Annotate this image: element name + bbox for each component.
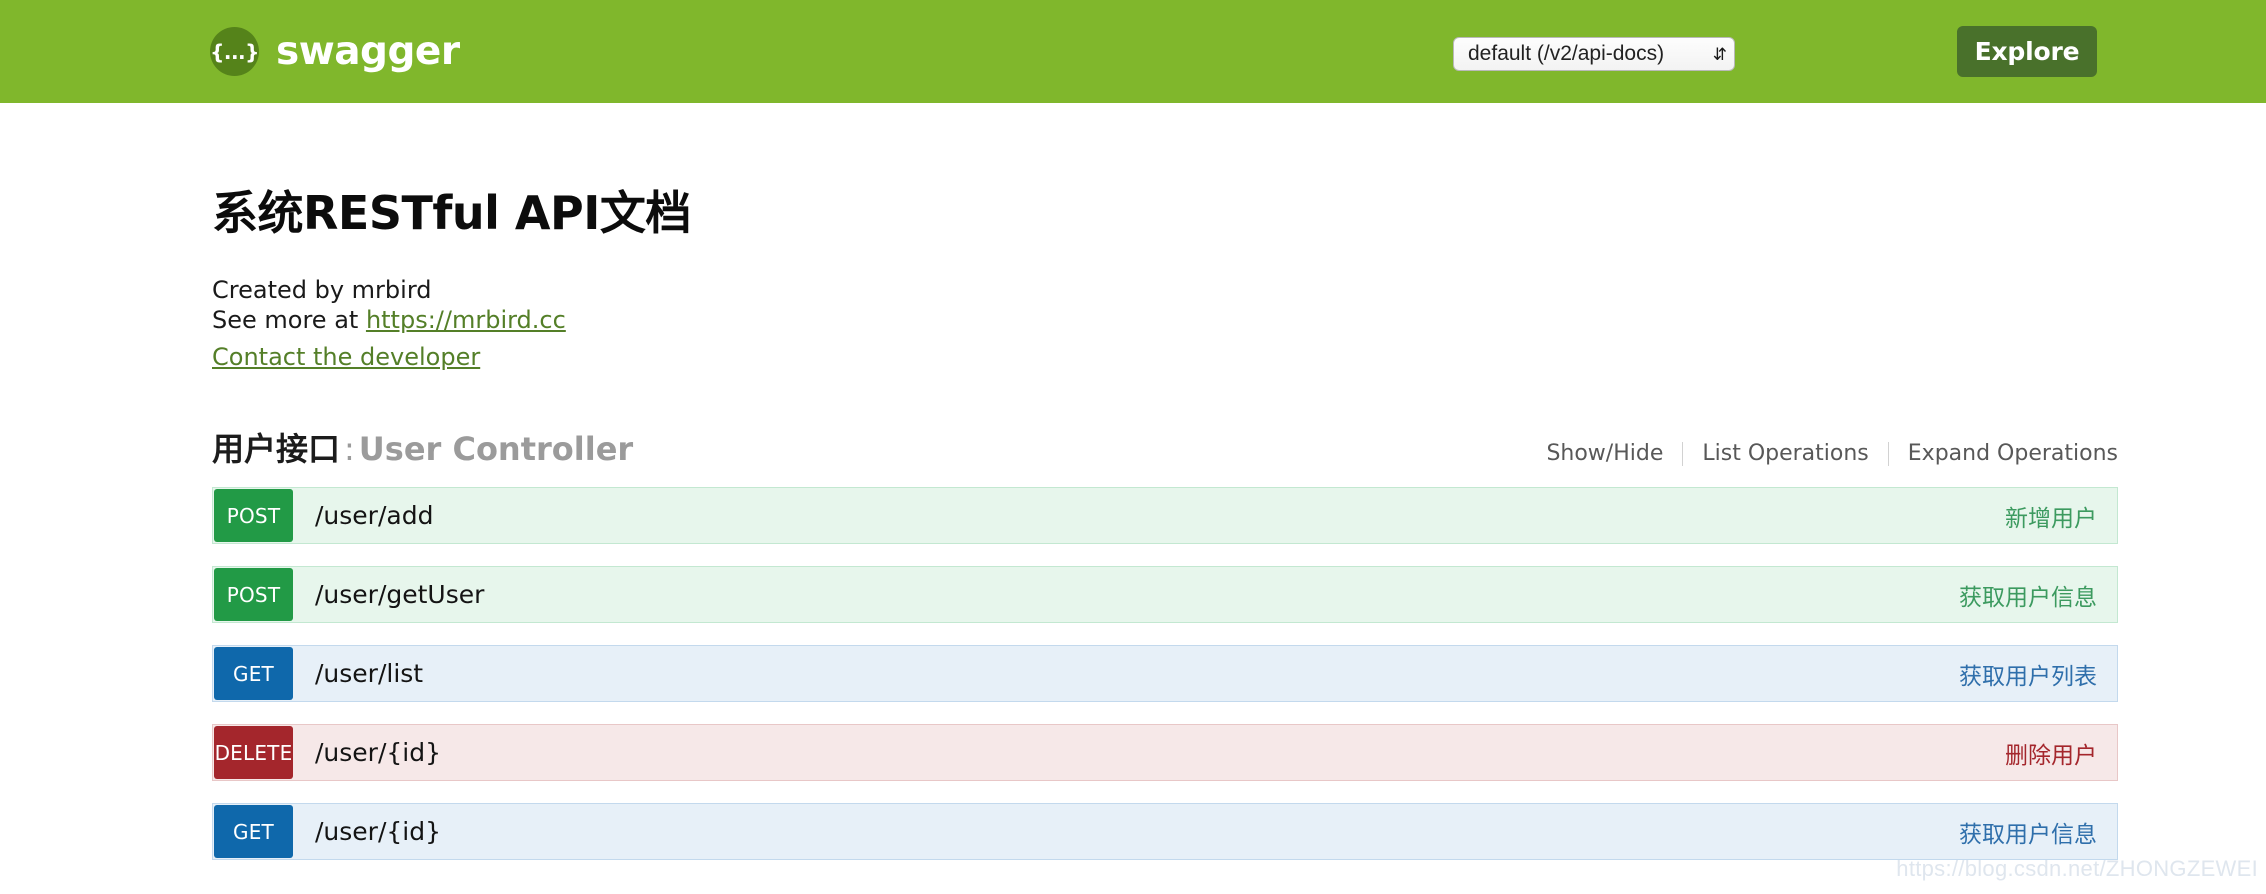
main-content: 系统RESTful API文档 Created by mrbird See mo… [0,103,2266,861]
select-updown-arrows-icon: ⇵ [1712,44,1727,64]
resource-header: 用户接口: User Controller Show/Hide List Oper… [212,424,2118,470]
endpoint-summary: 获取用户列表 [1959,663,2097,690]
see-more-link[interactable]: https://mrbird.cc [366,306,566,334]
endpoint-path[interactable]: /user/add [293,488,2005,543]
explore-button[interactable]: Explore [1957,26,2097,77]
method-badge-post: POST [214,489,293,543]
resource-title-separator: : [344,430,355,469]
api-info-block: Created by mrbird See more at https://mr… [212,275,2118,372]
endpoint-path[interactable]: /user/{id} [293,804,1959,859]
endpoint-path[interactable]: /user/{id} [293,725,2005,780]
expand-operations-link[interactable]: Expand Operations [1889,441,2118,466]
endpoint-summary: 删除用户 [2005,742,2097,769]
resource-title-en: User Controller [358,430,634,469]
endpoint-summary: 获取用户信息 [1959,584,2097,611]
method-badge-delete: DELETE [214,726,293,780]
endpoint-row[interactable]: GET/user/list 获取用户列表 [212,645,2118,703]
api-docs-select[interactable]: default (/v2/api-docs) ⇵ [1453,37,1735,71]
resource-title-cn: 用户接口 [212,430,341,469]
endpoint-summary: 获取用户信息 [1959,821,2097,848]
see-more-line: See more at https://mrbird.cc [212,305,2118,335]
show-hide-link[interactable]: Show/Hide [1546,441,1682,466]
method-badge-get: GET [214,647,293,701]
endpoint-list: POST/user/add 新增用户 POST/user/getUser 获取用户信息… [212,487,2118,861]
top-header-bar: {...} swagger default (/v2/api-docs) ⇵ E… [0,0,2266,103]
see-more-prefix: See more at [212,306,366,335]
swagger-braces-icon: {...} [210,27,259,76]
brand-name: swagger [276,29,460,74]
endpoint-row[interactable]: DELETE/user/{id} 删除用户 [212,724,2118,782]
endpoint-path[interactable]: /user/getUser [293,567,1959,622]
contact-developer-link[interactable]: Contact the developer [212,343,480,371]
method-badge-post: POST [214,568,293,622]
resource-options: Show/Hide List Operations Expand Operati… [1546,441,2118,466]
method-badge-get: GET [214,805,293,859]
contact-line: Contact the developer [212,342,2118,372]
endpoint-summary: 新增用户 [2005,505,2097,532]
page-title: 系统RESTful API文档 [212,186,691,240]
endpoint-row[interactable]: POST/user/add 新增用户 [212,487,2118,545]
resource-title[interactable]: 用户接口: User Controller [212,424,633,470]
list-operations-link[interactable]: List Operations [1683,441,1887,466]
endpoint-row[interactable]: POST/user/getUser 获取用户信息 [212,566,2118,624]
created-by-line: Created by mrbird [212,276,432,304]
endpoint-row[interactable]: GET/user/{id} 获取用户信息 [212,803,2118,861]
swagger-logo-link[interactable]: {...} swagger [210,27,460,76]
endpoint-path[interactable]: /user/list [293,646,1959,701]
api-docs-select-value: default (/v2/api-docs) [1468,42,1665,65]
